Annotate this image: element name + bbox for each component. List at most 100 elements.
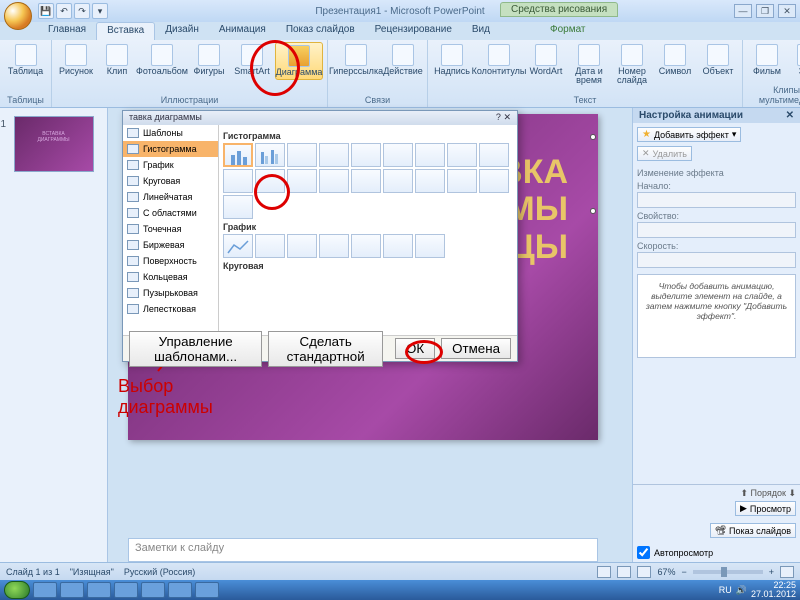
status-language[interactable]: Русский (Россия) [124,567,195,577]
tab-view[interactable]: Вид [462,22,500,40]
picture-button[interactable]: Рисунок [56,42,96,78]
zoom-out-icon[interactable]: − [681,567,686,577]
taskbar-item[interactable] [114,582,138,598]
textbox-button[interactable]: Надпись [432,42,472,78]
nav-radar[interactable]: Лепестковая [123,301,218,317]
nav-pie[interactable]: Круговая [123,173,218,189]
movie-button[interactable]: Фильм [747,42,787,78]
wordart-button[interactable]: WordArt [526,42,566,78]
headerfooter-button[interactable]: Колонтитулы [475,42,523,78]
manage-templates-button[interactable]: Управление шаблонами... [129,331,262,367]
taskbar-item[interactable] [168,582,192,598]
chart-subtype[interactable] [447,169,477,193]
chart-subtype[interactable] [287,143,317,167]
tab-insert[interactable]: Вставка [96,22,155,40]
nav-bar[interactable]: Линейчатая [123,189,218,205]
tab-design[interactable]: Дизайн [155,22,209,40]
chart-subtype[interactable] [255,143,285,167]
taskbar-item[interactable] [141,582,165,598]
chart-subtype[interactable] [415,169,445,193]
system-tray[interactable]: RU 🔊 22:25 27.01.2012 [719,581,796,599]
hyperlink-button[interactable]: Гиперссылка [332,42,380,78]
chart-subtype[interactable] [447,143,477,167]
zoom-slider[interactable] [693,570,763,574]
dialog-help-icon[interactable]: ? [496,112,501,122]
nav-line[interactable]: График [123,157,218,173]
chart-button[interactable]: Диаграмма [275,42,323,80]
tab-format[interactable]: Формат [540,22,596,40]
chart-subtype[interactable] [479,169,509,193]
chart-subtype[interactable] [383,169,413,193]
chart-subtype[interactable] [255,234,285,258]
object-button[interactable]: Объект [698,42,738,78]
chart-subtype[interactable] [287,169,317,193]
start-combo[interactable] [637,192,796,208]
sound-button[interactable]: Звук [790,42,800,78]
chart-subtype[interactable] [255,169,285,193]
pane-close-icon[interactable]: ✕ [786,110,794,121]
property-combo[interactable] [637,222,796,238]
chart-subtype[interactable] [223,143,253,167]
slideshow-view-button[interactable] [637,566,651,578]
set-default-button[interactable]: Сделать стандартной [268,331,383,367]
close-button[interactable]: ✕ [778,4,796,18]
chart-subtype[interactable] [351,143,381,167]
tab-animation[interactable]: Анимация [209,22,276,40]
minimize-button[interactable]: — [734,4,752,18]
action-button[interactable]: Действие [383,42,423,78]
dialog-close-icon[interactable]: ✕ [503,112,511,122]
tab-review[interactable]: Рецензирование [365,22,462,40]
slideshow-button[interactable]: 📽 Показ слайдов [710,523,796,538]
taskbar-item[interactable] [87,582,111,598]
fit-window-button[interactable] [780,566,794,578]
chart-subtype[interactable] [415,234,445,258]
nav-templates[interactable]: Шаблоны [123,125,218,141]
speed-combo[interactable] [637,252,796,268]
chart-subtype[interactable] [319,169,349,193]
preview-button[interactable]: ▶ Просмотр [735,501,796,516]
undo-icon[interactable]: ↶ [56,3,72,19]
nav-area[interactable]: С областями [123,205,218,221]
notes-pane[interactable]: Заметки к слайду [128,538,598,562]
chart-subtype[interactable] [223,195,253,219]
chart-subtype[interactable] [383,234,413,258]
tray-lang[interactable]: RU [719,585,732,595]
chart-subtype[interactable] [319,143,349,167]
ok-button[interactable]: ОК [395,338,435,359]
chart-subtype[interactable] [415,143,445,167]
nav-doughnut[interactable]: Кольцевая [123,269,218,285]
add-effect-button[interactable]: ★Добавить эффект ▾ [637,127,741,142]
qat-dropdown-icon[interactable]: ▾ [92,3,108,19]
zoom-level[interactable]: 67% [657,567,675,577]
chart-subtype[interactable] [383,143,413,167]
chart-subtype[interactable] [223,234,253,258]
chart-subtype[interactable] [319,234,349,258]
zoom-in-icon[interactable]: + [769,567,774,577]
start-button[interactable] [4,581,30,599]
nav-column[interactable]: Гистограмма [123,141,218,157]
save-icon[interactable]: 💾 [38,3,54,19]
chart-subtype[interactable] [351,169,381,193]
redo-icon[interactable]: ↷ [74,3,90,19]
remove-effect-button[interactable]: ✕ Удалить [637,146,692,161]
chart-subtype[interactable] [287,234,317,258]
taskbar-item[interactable] [195,582,219,598]
cancel-button[interactable]: Отмена [441,338,511,359]
slidenumber-button[interactable]: Номер слайда [612,42,652,87]
nav-surface[interactable]: Поверхность [123,253,218,269]
nav-scatter[interactable]: Точечная [123,221,218,237]
chart-subtype[interactable] [223,169,253,193]
taskbar-item[interactable] [33,582,57,598]
normal-view-button[interactable] [597,566,611,578]
office-button[interactable] [4,2,32,30]
slide-thumbnail-1[interactable]: 1 ВСТАВКАДИАГРАММЫ [14,116,94,172]
photoalbum-button[interactable]: Фотоальбом [138,42,186,78]
chart-subtype[interactable] [479,143,509,167]
sorter-view-button[interactable] [617,566,631,578]
chart-subtype[interactable] [351,234,381,258]
restore-button[interactable]: ❐ [756,4,774,18]
nav-bubble[interactable]: Пузырьковая [123,285,218,301]
tab-home[interactable]: Главная [38,22,96,40]
shapes-button[interactable]: Фигуры [189,42,229,78]
symbol-button[interactable]: Символ [655,42,695,78]
